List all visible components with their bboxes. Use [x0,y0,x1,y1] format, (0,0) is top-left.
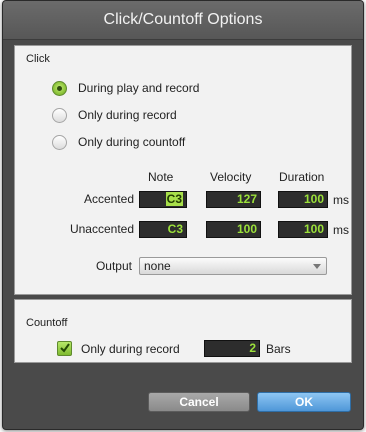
only-during-record-checkbox[interactable] [57,341,72,356]
checkmark-icon [60,343,70,353]
accented-note-value: C3 [165,192,183,206]
countoff-section-label: Countoff [26,317,68,329]
output-select-value: none [144,259,171,273]
unaccented-velocity-field[interactable]: 100 [206,221,261,238]
radio-label: During play and record [78,81,200,95]
output-select[interactable]: none [139,257,327,275]
chevron-down-icon [313,264,321,269]
accented-duration-field[interactable]: 100 [278,191,328,208]
radio-label: Only during countoff [78,135,186,149]
unaccented-label: Unaccented [69,222,134,236]
dialog-title: Click/Countoff Options [3,1,363,40]
radio-selected-icon [52,80,67,96]
radio-unselected-icon [52,107,67,123]
accented-velocity-field[interactable]: 127 [206,191,261,208]
column-header-duration: Duration [279,170,325,184]
radio-only-during-record[interactable]: Only during record [52,105,177,125]
accented-duration-unit: ms [333,193,349,207]
click-section-label: Click [26,53,50,65]
bars-unit: Bars [266,342,291,356]
cancel-button[interactable]: Cancel [148,392,250,412]
output-label: Output [95,259,132,273]
click-countoff-dialog: Click/Countoff Options [2,0,364,430]
radio-during-play-and-record[interactable]: During play and record [52,78,199,98]
unaccented-note-field[interactable]: C3 [139,221,187,238]
ok-button[interactable]: OK [257,392,351,412]
radio-unselected-icon [52,134,67,150]
column-header-velocity: Velocity [210,170,252,184]
radio-label: Only during record [78,108,177,122]
only-during-record-label: Only during record [81,342,180,356]
column-header-note: Note [148,170,174,184]
radio-only-during-countoff[interactable]: Only during countoff [52,132,185,152]
countoff-bars-field[interactable]: 2 [204,340,260,357]
accented-label: Accented [83,192,134,206]
accented-note-field[interactable]: C3 [139,191,187,208]
unaccented-duration-unit: ms [333,223,349,237]
unaccented-duration-field[interactable]: 100 [278,221,328,238]
